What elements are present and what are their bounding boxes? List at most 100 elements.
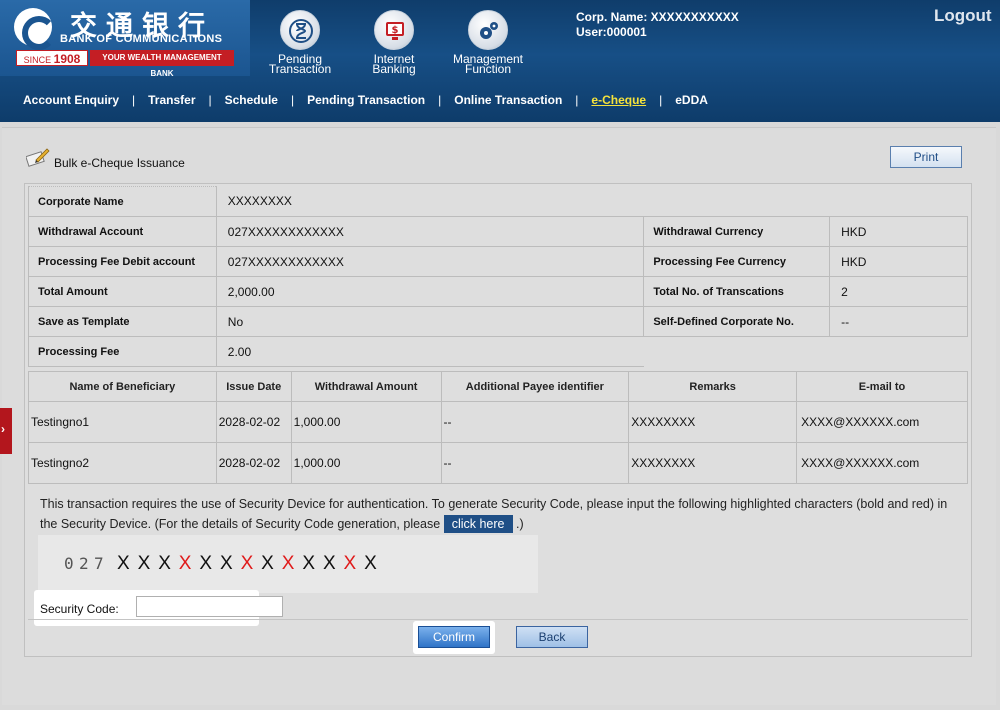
total-no-value: 2 — [829, 276, 968, 307]
beneficiary-table: Name of Beneficiary Issue Date Withdrawa… — [28, 371, 968, 484]
info-row: Total Amount 2,000.00 Total No. of Trans… — [28, 276, 968, 307]
table-row: Testingno1 2028-02-02 1,000.00 -- XXXXXX… — [28, 401, 968, 443]
topnav-pending-transaction[interactable]: Pending Transaction — [260, 10, 340, 76]
code-char: X — [302, 553, 316, 574]
code-char: X — [117, 553, 130, 574]
corporate-name-value: XXXXXXXX — [227, 194, 292, 209]
print-button[interactable]: Print — [890, 146, 962, 168]
user-id: User:000001 — [576, 25, 647, 39]
withdrawal-amount: 1,000.00 — [290, 401, 442, 443]
code-char-highlighted: X — [178, 553, 192, 574]
topnav-management-function[interactable]: Management Function — [448, 10, 528, 75]
code-digit: 2 — [79, 554, 90, 573]
topnav-label-line2: Transaction — [268, 62, 332, 76]
back-button[interactable]: Back — [516, 626, 588, 648]
fee-currency-value: HKD — [829, 246, 968, 277]
code-char-highlighted: X — [281, 553, 295, 574]
topnav-label-line2: Banking — [372, 62, 416, 76]
beneficiary-name: Testingno2 — [28, 442, 217, 484]
header: 交通银行 BANK OF COMMUNICATIONS SINCE 1908 Y… — [0, 0, 1000, 122]
code-char: X — [158, 553, 171, 574]
col-header: Issue Date — [215, 371, 292, 402]
remarks: XXXXXXXX — [628, 442, 798, 484]
cheque-pen-icon — [25, 146, 50, 173]
issue-date: 2028-02-02 — [215, 442, 292, 484]
col-header: Name of Beneficiary — [28, 371, 217, 402]
code-char: X — [364, 553, 377, 574]
svg-text:$: $ — [392, 25, 399, 36]
code-char-highlighted: X — [343, 553, 357, 574]
empty-cell — [643, 336, 968, 367]
nav-online-transaction[interactable]: Online Transaction — [441, 93, 575, 107]
code-digit: 0 — [64, 554, 75, 573]
total-no-label: Total No. of Transcations — [643, 276, 831, 307]
save-template-label: Save as Template — [28, 306, 217, 337]
beneficiary-name: Testingno1 — [28, 401, 217, 443]
total-amount-label: Total Amount — [28, 276, 217, 307]
click-here-link[interactable]: click here — [443, 515, 513, 533]
gears-icon — [468, 10, 508, 50]
transaction-info-table: Corporate Name XXXXXXXX Withdrawal Accou… — [28, 186, 968, 367]
info-row: Save as Template No Self-Defined Corpora… — [28, 306, 968, 337]
nav-e-cheque[interactable]: e-Cheque — [578, 93, 659, 107]
withdrawal-currency-label: Withdrawal Currency — [643, 216, 831, 247]
fee-debit-account-label: Processing Fee Debit account — [28, 246, 217, 277]
code-char: X — [137, 553, 151, 574]
withdrawal-account-value: 027XXXXXXXXXXXX — [215, 216, 645, 247]
self-defined-corp-no-label: Self-Defined Corporate No. — [643, 306, 831, 337]
nav-transfer[interactable]: Transfer — [135, 93, 208, 107]
col-header: Withdrawal Amount — [290, 371, 442, 402]
logout-link[interactable]: Logout — [934, 6, 992, 26]
code-characters: XXXXXXXXXXXXX — [117, 553, 385, 574]
logo-tagline: YOUR WEALTH MANAGEMENT BANK — [90, 50, 234, 78]
beneficiary-header-row: Name of Beneficiary Issue Date Withdrawa… — [28, 371, 968, 402]
col-header: Additional Payee identifier — [440, 371, 630, 402]
total-amount-value: 2,000.00 — [215, 276, 645, 307]
bank-logo[interactable]: 交通银行 BANK OF COMMUNICATIONS SINCE 1908 Y… — [0, 0, 250, 78]
save-template-value: No — [215, 306, 645, 337]
bank-emblem-icon — [14, 8, 56, 50]
nav-schedule[interactable]: Schedule — [212, 93, 291, 107]
fee-debit-account-value: 027XXXXXXXXXXXX — [215, 246, 645, 277]
payee-identifier: -- — [440, 401, 630, 443]
hourglass-icon — [280, 10, 320, 50]
security-code-input[interactable] — [136, 596, 283, 617]
nav-edda[interactable]: eDDA — [662, 93, 721, 107]
code-digit: 7 — [94, 554, 105, 573]
code-char: X — [261, 553, 274, 574]
topnav-internet-banking[interactable]: $ Internet Banking — [354, 10, 434, 76]
confirm-button[interactable]: Confirm — [418, 626, 490, 648]
col-header: E-mail to — [796, 371, 968, 402]
info-row: Withdrawal Account 027XXXXXXXXXXXX Withd… — [28, 216, 968, 247]
divider — [28, 619, 968, 620]
processing-fee-value: 2.00 — [215, 336, 644, 367]
withdrawal-currency-value: HKD — [829, 216, 968, 247]
nav-account-enquiry[interactable]: Account Enquiry — [10, 93, 132, 107]
code-char: X — [199, 553, 213, 574]
security-notice-end: .) — [515, 517, 524, 531]
withdrawal-amount: 1,000.00 — [290, 442, 442, 484]
code-char-highlighted: X — [240, 553, 254, 574]
payee-identifier: -- — [440, 442, 630, 484]
side-panel-toggle[interactable]: › — [0, 408, 12, 454]
info-row: Corporate Name XXXXXXXX — [28, 186, 968, 217]
info-row: Processing Fee 2.00 — [28, 336, 968, 367]
corporate-info: Corp. Name: XXXXXXXXXXX User:000001 — [576, 10, 739, 40]
nav-pending-transaction[interactable]: Pending Transaction — [294, 93, 438, 107]
corporate-name-label: Corporate Name — [28, 186, 217, 217]
withdrawal-account-label: Withdrawal Account — [28, 216, 217, 247]
processing-fee-label: Processing Fee — [28, 336, 217, 367]
info-row: Processing Fee Debit account 027XXXXXXXX… — [28, 246, 968, 277]
chevron-right-icon: › — [1, 422, 5, 436]
logo-english-name: BANK OF COMMUNICATIONS — [60, 33, 223, 45]
corp-name: Corp. Name: XXXXXXXXXXX — [576, 10, 739, 24]
fee-currency-label: Processing Fee Currency — [643, 246, 831, 277]
main-nav: Account Enquiry | Transfer | Schedule | Pen… — [0, 84, 1000, 116]
logo-since-badge: SINCE 1908 — [16, 50, 88, 66]
email-to: XXXX@XXXXXX.com — [796, 401, 968, 443]
code-char: X — [322, 553, 336, 574]
remarks: XXXXXXXX — [628, 401, 798, 443]
monitor-dollar-icon: $ — [374, 10, 414, 50]
table-row: Testingno2 2028-02-02 1,000.00 -- XXXXXX… — [28, 442, 968, 484]
code-char: X — [219, 553, 233, 574]
